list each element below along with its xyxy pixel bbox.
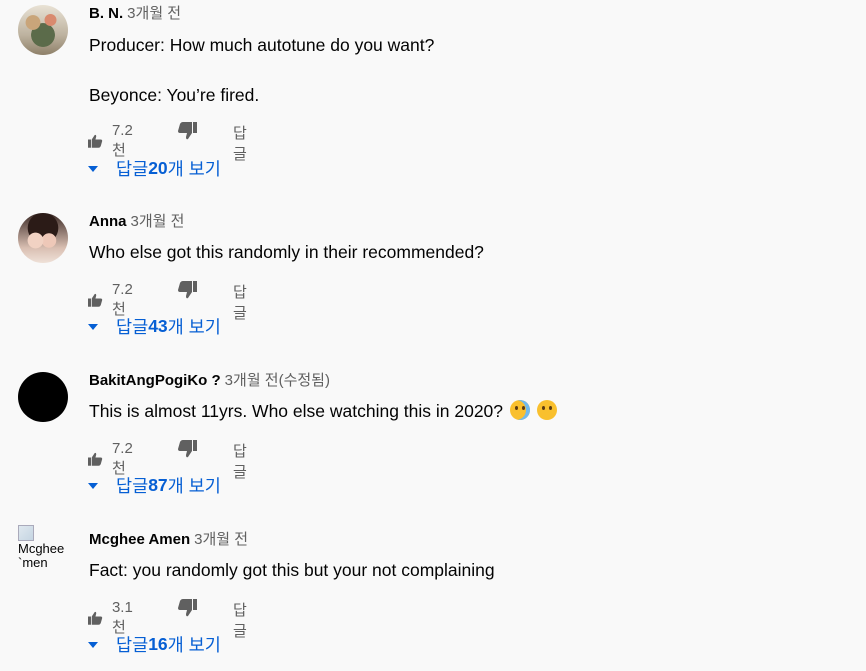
dislike-button[interactable] (177, 122, 197, 140)
replies-prefix: 답글 (116, 317, 149, 337)
reply-button[interactable]: 답글 (233, 281, 247, 323)
crying-face-emoji-icon (509, 400, 530, 420)
author-avatar[interactable] (18, 372, 68, 422)
replies-prefix: 답글 (116, 476, 149, 496)
author-avatar[interactable]: Mcghee `men (18, 525, 78, 585)
dislike-button[interactable] (177, 281, 197, 299)
comment-timestamp[interactable]: 3개월 전 (194, 531, 248, 548)
author-name[interactable]: Anna (89, 213, 127, 230)
replies-count: 16 (148, 634, 168, 654)
like-button[interactable]: 7.2천 (88, 122, 138, 160)
reply-button[interactable]: 답글 (233, 122, 247, 164)
comment-timestamp[interactable]: 3개월 전 (131, 213, 185, 230)
replies-count: 87 (148, 475, 168, 495)
caret-down-icon (88, 323, 98, 330)
thumbs-up-icon (88, 452, 103, 466)
avatar-alt-text: Mcghee `men (18, 541, 65, 570)
author-name[interactable]: B. N. (89, 5, 123, 22)
reply-button[interactable]: 답글 (233, 440, 247, 482)
dislike-button[interactable] (177, 440, 197, 458)
replies-count: 43 (148, 316, 168, 336)
thumbs-up-icon (88, 293, 103, 307)
view-replies-button[interactable]: 답글 43 개 보기 (88, 314, 221, 339)
comment-timestamp[interactable]: 3개월 전 (127, 5, 181, 22)
comment-text: This is almost 11yrs. Who else watching … (89, 401, 504, 421)
author-avatar[interactable] (18, 5, 68, 55)
comment-text: Producer: How much autotune do you want? (89, 35, 435, 55)
replies-prefix: 답글 (116, 635, 149, 655)
view-replies-button[interactable]: 답글 16 개 보기 (88, 632, 221, 657)
comment-text: Fact: you randomly got this but your not… (89, 560, 495, 580)
comment-text-line: This is almost 11yrs. Who else watching … (89, 400, 557, 422)
thumbs-down-icon (178, 440, 197, 458)
sad-face-emoji-icon (536, 400, 557, 420)
replies-suffix: 개 보기 (167, 317, 221, 337)
comment-timestamp[interactable]: 3개월 전(수정됨) (225, 372, 330, 389)
comment-header: BakitAngPogiKo ? 3개월 전(수정됨) (89, 372, 330, 390)
replies-suffix: 개 보기 (167, 635, 221, 655)
view-replies-button[interactable]: 답글 87 개 보기 (88, 473, 221, 498)
caret-down-icon (88, 165, 98, 172)
replies-prefix: 답글 (116, 159, 149, 179)
view-replies-button[interactable]: 답글 20 개 보기 (88, 156, 221, 181)
author-name[interactable]: Mcghee Amen (89, 531, 190, 548)
comment-header: Mcghee Amen 3개월 전 (89, 531, 248, 549)
thumbs-up-icon (88, 134, 103, 148)
caret-down-icon (88, 482, 98, 489)
comment-header: Anna 3개월 전 (89, 213, 184, 231)
author-avatar[interactable] (18, 213, 68, 263)
replies-count: 20 (148, 158, 168, 178)
author-name[interactable]: BakitAngPogiKo ? (89, 372, 221, 389)
dislike-button[interactable] (177, 599, 197, 617)
thumbs-down-icon (178, 122, 197, 140)
thumbs-down-icon (178, 281, 197, 299)
reply-button[interactable]: 답글 (233, 599, 247, 641)
replies-suffix: 개 보기 (167, 476, 221, 496)
like-count: 7.2천 (111, 122, 133, 159)
caret-down-icon (88, 641, 98, 648)
comment-text: Beyonce: You’re fired. (89, 85, 260, 105)
thumbs-up-icon (88, 611, 103, 625)
thumbs-down-icon (178, 599, 197, 617)
broken-image-icon (18, 525, 34, 541)
comment-header: B. N. 3개월 전 (89, 5, 181, 23)
replies-suffix: 개 보기 (167, 159, 221, 179)
comment-text: Who else got this randomly in their reco… (89, 242, 484, 262)
